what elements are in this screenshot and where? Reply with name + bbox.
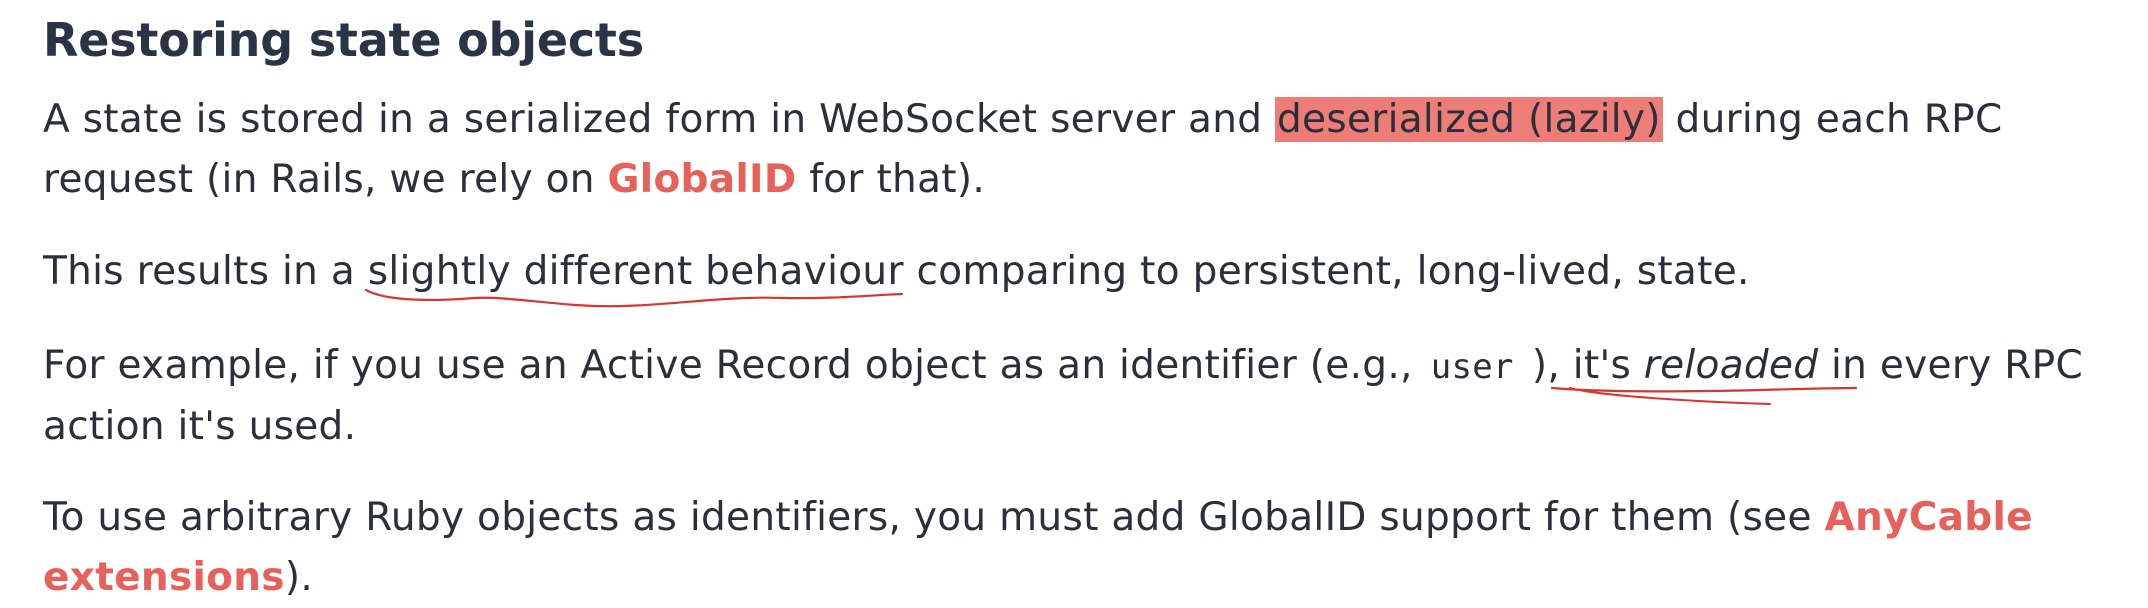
- text: A state is stored in a serialized form i…: [43, 97, 1275, 142]
- text: ).: [284, 555, 314, 600]
- inline-code: user: [1430, 347, 1514, 387]
- underlined-phrase: reloaded: [1550, 336, 1857, 405]
- text: during each RPC: [1662, 97, 2003, 142]
- text: action it's used.: [43, 404, 357, 449]
- text: This results in a: [43, 249, 368, 294]
- emphasis-text: reloaded: [1643, 343, 1819, 388]
- underlined-phrase: slightly different behaviour: [364, 242, 904, 308]
- anycable-link[interactable]: AnyCable: [1824, 495, 2032, 540]
- text: in every RPC: [1818, 343, 2084, 388]
- underlined-text: slightly different behaviour: [367, 249, 904, 294]
- text: comparing to persistent, long-lived, sta…: [903, 249, 1750, 294]
- paragraph-example: For example, if you use an Active Record…: [43, 336, 2083, 457]
- highlighted-text: deserialized (lazily): [1275, 97, 1663, 142]
- text: for that).: [796, 157, 986, 202]
- section-heading: Restoring state objects: [43, 13, 644, 67]
- paragraph-ruby-objects: To use arbitrary Ruby objects as identif…: [43, 488, 2033, 608]
- text: To use arbitrary Ruby objects as identif…: [43, 495, 1825, 540]
- extensions-link[interactable]: extensions: [43, 555, 285, 600]
- text: For example, if you use an Active Record…: [43, 343, 1413, 388]
- paragraph-state-storage: A state is stored in a serialized form i…: [43, 90, 2003, 210]
- paragraph-behaviour: This results in a slightly different beh…: [43, 242, 1750, 308]
- text: ), it's: [1531, 343, 1644, 388]
- text: request (in Rails, we rely on: [43, 157, 608, 202]
- globalid-link[interactable]: GlobalID: [607, 157, 796, 202]
